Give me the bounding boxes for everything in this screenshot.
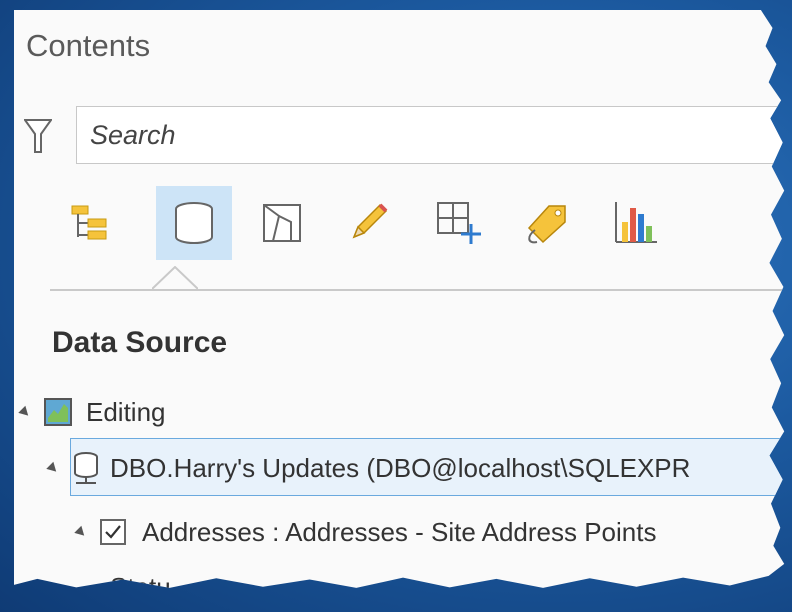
database-connection-icon [74, 452, 98, 484]
pencil-icon [352, 203, 388, 239]
map-icon [44, 398, 72, 426]
tree-item-layer[interactable]: Addresses : Addresses - Site Address Poi… [74, 512, 657, 552]
snapping-icon [437, 202, 481, 244]
layer-visibility-checkbox[interactable] [100, 519, 126, 545]
tree-item-map[interactable]: Editing [18, 392, 166, 432]
list-by-data-source-button[interactable] [156, 186, 232, 260]
filter-icon[interactable] [23, 118, 53, 154]
pane-title: Contents [26, 28, 151, 63]
list-by-editing-button[interactable] [330, 186, 406, 260]
expand-arrow-icon[interactable] [74, 525, 88, 539]
selection-icon [263, 204, 301, 242]
bar-chart-icon [615, 202, 657, 243]
active-tab-caret [152, 266, 198, 290]
list-by-selection-button[interactable] [244, 186, 320, 260]
list-by-labeling-button[interactable] [508, 186, 584, 260]
label-tag-icon [527, 205, 566, 244]
contents-pane: Contents Search Data Source Editing DBO.… [14, 10, 785, 602]
list-by-drawing-order-button[interactable] [52, 186, 128, 260]
database-icon [175, 202, 213, 244]
layer-label: Addresses : Addresses - Site Address Poi… [142, 516, 657, 547]
list-by-charts-button[interactable] [598, 186, 674, 260]
list-by-snapping-button[interactable] [420, 186, 496, 260]
partial-row-label: Statu [110, 572, 171, 602]
connection-label: DBO.Harry's Updates (DBO@localhost\SQLEX… [110, 452, 691, 483]
map-label: Editing [86, 396, 166, 427]
list-by-drawing-order-icon [71, 205, 107, 240]
search-input[interactable]: Search [76, 106, 785, 164]
expand-arrow-icon[interactable] [46, 461, 60, 475]
tree-item-connection[interactable]: DBO.Harry's Updates (DBO@localhost\SQLEX… [46, 448, 691, 488]
search-placeholder: Search [90, 120, 176, 150]
checkmark-icon [105, 525, 121, 539]
expand-arrow-icon[interactable] [18, 405, 32, 419]
section-title: Data Source [52, 326, 228, 359]
